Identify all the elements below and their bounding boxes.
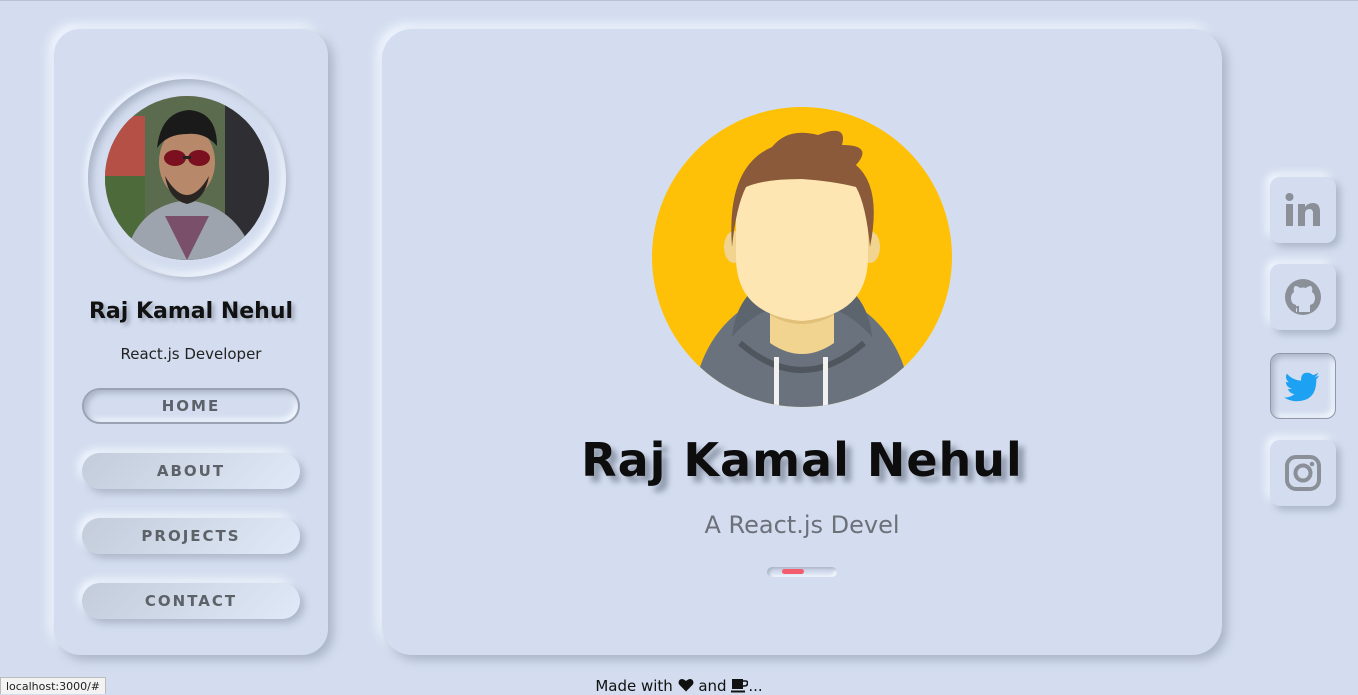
- nav-about-button[interactable]: ABOUT: [82, 453, 300, 489]
- heart-icon: [678, 678, 694, 692]
- footer-middle: and: [698, 677, 727, 695]
- typing-progress-track: [767, 567, 837, 577]
- avatar-illustration: [652, 107, 952, 407]
- coffee-icon: [731, 679, 749, 693]
- github-button[interactable]: [1270, 264, 1336, 330]
- browser-status-bar: localhost:3000/#: [0, 677, 106, 694]
- twitter-icon: [1284, 372, 1320, 402]
- nav-home-button[interactable]: HOME: [82, 388, 300, 424]
- github-icon: [1285, 279, 1321, 315]
- hero-name: Raj Kamal Nehul: [581, 433, 1023, 487]
- linkedin-button[interactable]: [1270, 177, 1336, 243]
- hero-subtitle: A React.js Devel: [704, 511, 900, 539]
- sidebar-role: React.js Developer: [120, 345, 262, 363]
- profile-photo-frame: [88, 79, 286, 277]
- instagram-button[interactable]: [1270, 440, 1336, 506]
- twitter-button[interactable]: [1270, 353, 1336, 419]
- profile-sidebar: Raj Kamal Nehul React.js Developer HOME …: [54, 29, 328, 655]
- hero-card: Raj Kamal Nehul A React.js Devel: [382, 29, 1222, 655]
- sidebar-name: Raj Kamal Nehul: [88, 299, 294, 324]
- nav-contact-button[interactable]: CONTACT: [82, 583, 300, 619]
- nav-projects-button[interactable]: PROJECTS: [82, 518, 300, 554]
- typing-progress-fill: [782, 569, 804, 574]
- footer: Made with and ...: [0, 677, 1358, 695]
- profile-photo: [105, 96, 269, 260]
- footer-prefix: Made with: [595, 677, 673, 695]
- instagram-icon: [1285, 455, 1321, 491]
- footer-suffix: ...: [748, 677, 763, 695]
- linkedin-icon: [1285, 193, 1320, 226]
